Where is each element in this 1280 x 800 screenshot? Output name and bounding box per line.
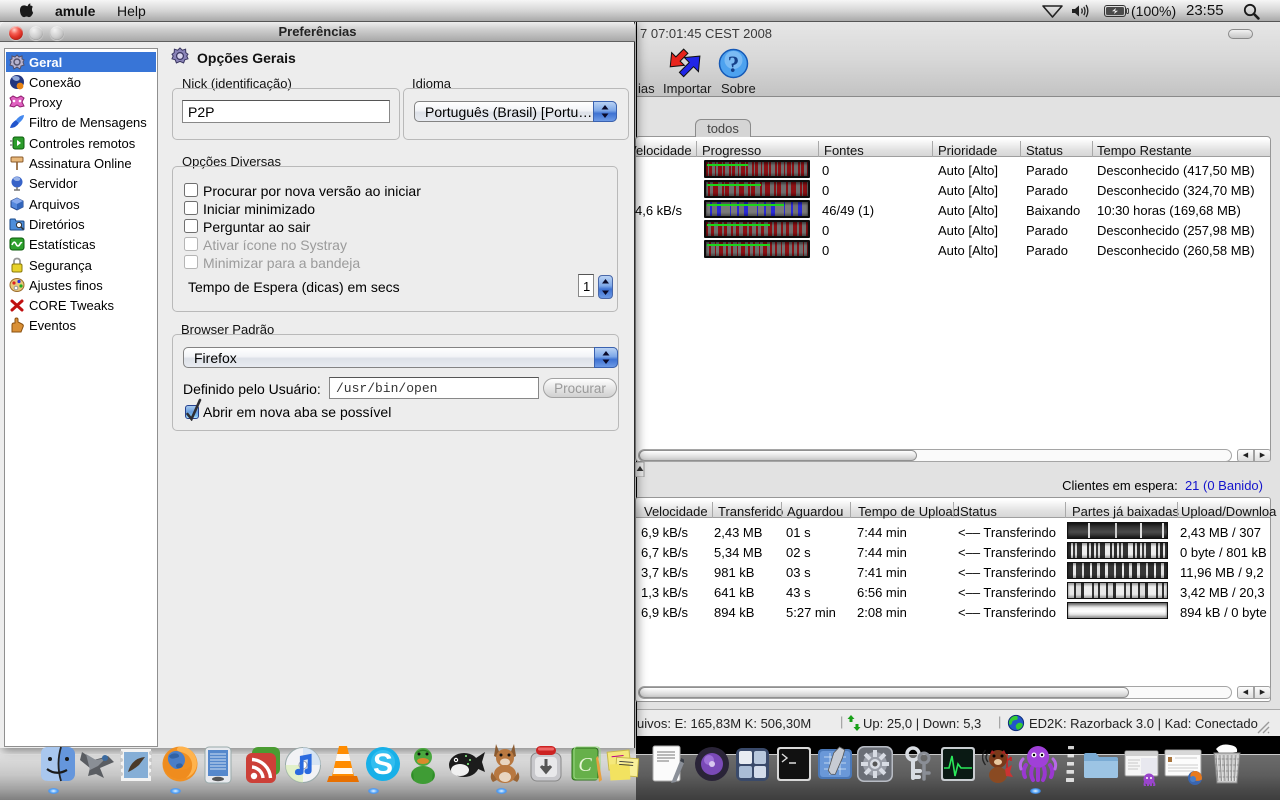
svg-text:S: S xyxy=(373,748,393,781)
svg-text:?: ? xyxy=(728,52,740,77)
svg-text:C: C xyxy=(578,754,592,776)
